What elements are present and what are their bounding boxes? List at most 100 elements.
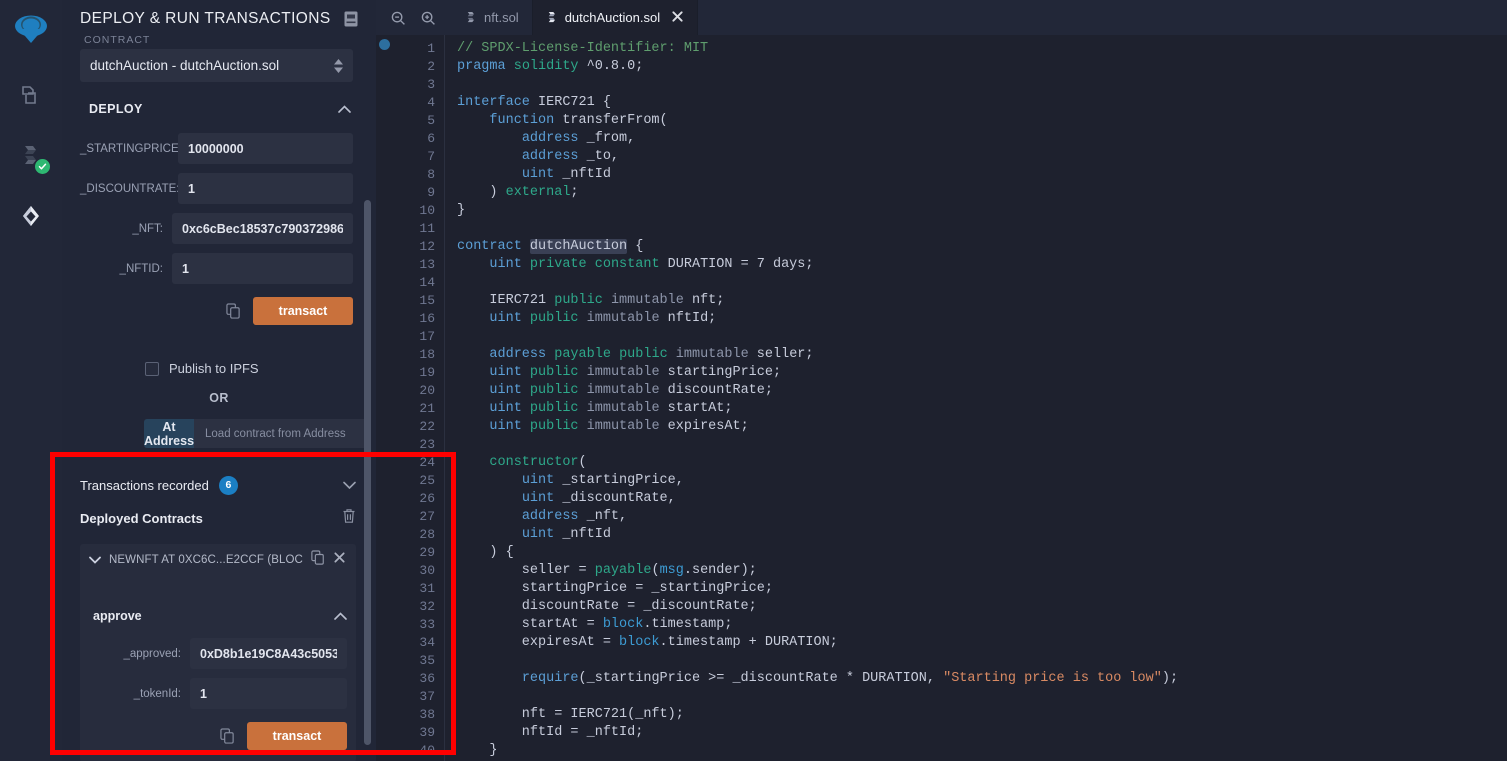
- code-content[interactable]: // SPDX-License-Identifier: MIT pragma so…: [444, 35, 1507, 761]
- zoom-out-icon[interactable]: [390, 10, 406, 26]
- code-line: address _nft,: [521, 509, 628, 524]
- startingprice-input[interactable]: [178, 133, 353, 164]
- remix-logo-icon: [9, 8, 53, 52]
- line-number: 19: [419, 365, 435, 380]
- discountrate-input[interactable]: [178, 173, 353, 204]
- line-number: 39: [419, 725, 435, 740]
- code-line: IERC721 public immutable nft;: [457, 293, 725, 308]
- line-number: 29: [419, 545, 435, 560]
- code-line: interface IERC721 {: [457, 95, 611, 110]
- zoom-in-icon[interactable]: [420, 10, 436, 26]
- approve-actions: transact: [80, 722, 356, 750]
- code-line: address payable public immutable seller;: [489, 347, 814, 362]
- nft-input[interactable]: [172, 213, 353, 244]
- line-number: 37: [419, 689, 435, 704]
- deploy-run-panel: DEPLOY & RUN TRANSACTIONS CONTRACT dutch…: [62, 0, 376, 761]
- panel-scrollbar[interactable]: [364, 200, 371, 745]
- sidebar-item-file-explorer[interactable]: [9, 74, 53, 118]
- line-number: 38: [419, 707, 435, 722]
- line-number: 23: [419, 437, 435, 452]
- approve-transact-button[interactable]: transact: [247, 722, 347, 750]
- sidebar-item-solidity-compiler[interactable]: [9, 134, 53, 178]
- copy-icon[interactable]: [220, 727, 235, 745]
- line-number: 40: [419, 743, 435, 758]
- contract-label: CONTRACT: [84, 34, 151, 43]
- code-area[interactable]: 1 2 3 4 5 6 7 8 9 10 11 12 13 14 15 16 17 18 19 20 21 22 23 24 2…: [376, 35, 1507, 761]
- contract-select-value: dutchAuction - dutchAuction.sol: [90, 58, 280, 73]
- at-address-input[interactable]: [194, 419, 371, 448]
- nftid-input[interactable]: [172, 253, 353, 284]
- publish-ipfs-checkbox[interactable]: [145, 361, 159, 376]
- code-line: startAt = block.timestamp;: [457, 617, 733, 632]
- code-line: discountRate = _discountRate;: [457, 599, 757, 614]
- code-line: uint public immutable startingPrice;: [489, 365, 782, 380]
- breakpoint-dot-icon[interactable]: [379, 39, 390, 50]
- line-number: 12: [419, 239, 435, 254]
- remix-ide-window: DEPLOY & RUN TRANSACTIONS CONTRACT dutch…: [0, 0, 1507, 761]
- function-approve-header[interactable]: approve: [80, 603, 356, 629]
- line-number: 10: [419, 203, 435, 218]
- code-line: ) external;: [457, 185, 579, 200]
- chevron-down-icon: [343, 476, 356, 494]
- code-line: ) {: [457, 545, 514, 560]
- transactions-recorded-header[interactable]: Transactions recorded 6: [80, 470, 356, 500]
- panel-body: CONTRACT dutchAuction - dutchAuction.sol…: [62, 34, 376, 761]
- line-number: 15: [419, 293, 435, 308]
- deployed-contracts-header: Deployed Contracts: [80, 504, 356, 532]
- tab-label: nft.sol: [484, 10, 519, 25]
- line-number: 3: [427, 77, 435, 92]
- line-number: 31: [419, 581, 435, 596]
- copy-icon[interactable]: [311, 549, 325, 571]
- deploy-transact-button[interactable]: transact: [253, 297, 353, 325]
- code-line: nft = IERC721(_nft);: [457, 707, 684, 722]
- tab-dutchauction-sol[interactable]: dutchAuction.sol: [532, 0, 699, 35]
- field-tokenid: _tokenId:: [80, 678, 356, 709]
- solidity-icon: [465, 11, 476, 24]
- line-number: 7: [427, 149, 435, 164]
- panel-header: DEPLOY & RUN TRANSACTIONS: [62, 0, 376, 38]
- close-icon[interactable]: [333, 551, 346, 569]
- line-number: 14: [419, 275, 435, 290]
- code-line: pragma solidity ^0.8.0;: [457, 59, 644, 74]
- code-line: contract dutchAuction {: [457, 239, 644, 254]
- breakpoint-gutter[interactable]: [376, 35, 396, 761]
- line-number: 1: [427, 41, 435, 56]
- book-icon[interactable]: [342, 10, 360, 28]
- contract-select[interactable]: dutchAuction - dutchAuction.sol: [80, 49, 353, 82]
- line-number: 4: [427, 95, 435, 110]
- code-line: uint _nftId: [521, 527, 611, 542]
- deploy-section-label: DEPLOY: [89, 102, 143, 116]
- tokenid-input[interactable]: [190, 678, 347, 709]
- copy-icon[interactable]: [226, 302, 241, 320]
- publish-ipfs-row: Publish to IPFS: [62, 361, 376, 376]
- field-label: _NFT:: [132, 222, 163, 235]
- tab-nft-sol[interactable]: nft.sol: [452, 0, 533, 35]
- code-line: uint private constant DURATION = 7 days;: [489, 257, 814, 272]
- code-line: }: [457, 203, 466, 218]
- line-number: 28: [419, 527, 435, 542]
- code-line: seller = payable(msg.sender);: [457, 563, 757, 578]
- deploy-section-header[interactable]: DEPLOY: [62, 94, 376, 124]
- line-number: 16: [419, 311, 435, 326]
- trash-icon[interactable]: [342, 508, 356, 529]
- code-line: uint _startingPrice,: [521, 473, 684, 488]
- approved-input[interactable]: [190, 638, 347, 669]
- line-number: 17: [419, 329, 435, 344]
- line-number: 35: [419, 653, 435, 668]
- line-number: 5: [427, 113, 435, 128]
- chevron-down-icon[interactable]: [89, 551, 101, 569]
- code-line: expiresAt = block.timestamp + DURATION;: [457, 635, 838, 650]
- sidebar-item-deploy-run[interactable]: [9, 194, 53, 238]
- close-icon[interactable]: [671, 10, 684, 26]
- code-line: uint _discountRate,: [521, 491, 676, 506]
- deployed-contract-header[interactable]: NEWNFT AT 0XC6C...E2CCF (BLOCKC: [80, 544, 356, 576]
- code-line: nftId = _nftId;: [457, 725, 644, 740]
- field-nftid: _NFTID:: [62, 253, 376, 284]
- line-number-gutter: 1 2 3 4 5 6 7 8 9 10 11 12 13 14 15 16 17 18 19 20 21 22 23 24 2…: [396, 35, 444, 761]
- at-address-button[interactable]: At Address: [144, 419, 194, 448]
- deployed-contract-title: NEWNFT AT 0XC6C...E2CCF (BLOCKC: [109, 554, 303, 566]
- line-number: 33: [419, 617, 435, 632]
